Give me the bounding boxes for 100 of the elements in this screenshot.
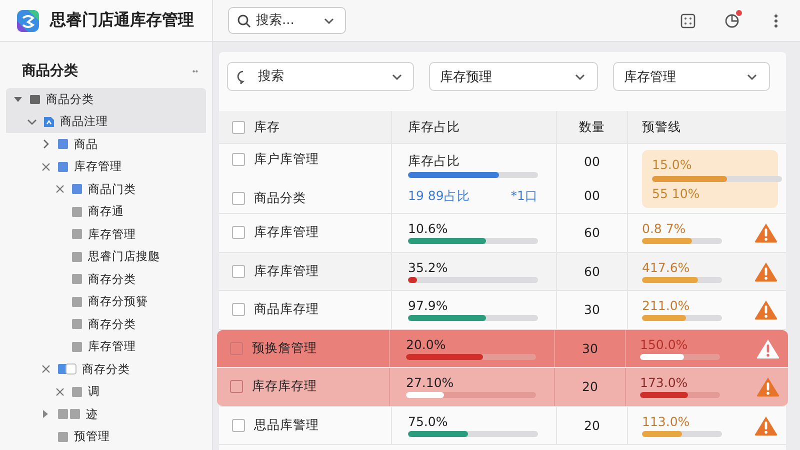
table-row[interactable]: 库存库管理 35.2% 60 417.6%	[219, 252, 786, 291]
share-value: 27.10%	[406, 375, 455, 390]
tree-item[interactable]: 商品分类	[6, 88, 206, 110]
share-value: 75.0%	[408, 414, 449, 429]
share-note: 19 89占比	[408, 188, 470, 204]
tree-item[interactable]: 商品门类	[6, 178, 206, 200]
quantity: 30	[582, 340, 598, 356]
card-icon	[57, 363, 77, 376]
column-header: 库存	[254, 118, 280, 136]
tree-item-label: 商存分类	[88, 316, 136, 332]
tree-item[interactable]: 库存管理	[6, 223, 206, 246]
tree-item-label: 商存分类	[88, 272, 136, 287]
close-icon	[40, 160, 52, 173]
table-row[interactable]: 库存库存理 27.10% 20 173.0%	[217, 368, 788, 406]
tree-item[interactable]: 思睿门店搜瓟	[6, 246, 206, 268]
square-icon	[71, 386, 83, 398]
item-name: 库存库管理	[254, 224, 319, 242]
share-value: 35.2%	[408, 260, 449, 275]
folder-icon	[29, 93, 41, 106]
square-icon	[71, 183, 83, 196]
close-icon	[54, 386, 66, 398]
square-icon	[71, 296, 83, 308]
checkbox[interactable]	[232, 120, 245, 134]
tree-item-label: 思睿门店搜瓟	[88, 249, 160, 264]
warning-value: 0.8 7%	[642, 221, 686, 236]
tree-item[interactable]: 商存通	[6, 200, 206, 223]
tree-item[interactable]: 预管理	[6, 426, 206, 448]
tree-item-label: 迹	[86, 406, 98, 422]
tree-item[interactable]: 调	[6, 380, 206, 403]
checkbox[interactable]	[232, 303, 245, 316]
filter-dropdown[interactable]: 库存管理	[613, 62, 770, 91]
app-title: 思睿门店通库存管理	[50, 10, 194, 31]
square-icon	[71, 340, 83, 353]
share-label: 库存占比	[408, 152, 461, 170]
tree-item-label: 商品门类	[88, 182, 136, 197]
share-value: 10.6%	[408, 221, 449, 236]
search-field[interactable]: 搜索	[227, 62, 414, 91]
share-value: 20.0%	[406, 336, 447, 352]
search-icon	[237, 14, 251, 28]
pie-chart-icon	[724, 12, 740, 28]
tree-item-label: 调	[88, 384, 100, 400]
tree-item[interactable]: 商品	[6, 133, 206, 156]
tree-item-label: 商品分类	[46, 92, 94, 107]
grid-icon	[680, 12, 696, 28]
table-row[interactable]: 预换詹管理 20.0% 30 150.0%	[217, 330, 788, 368]
checkbox[interactable]	[230, 380, 243, 394]
tree-item[interactable]: 库存管理	[6, 336, 206, 358]
squares-icon	[57, 408, 81, 420]
tree-item[interactable]: 商品注理	[6, 110, 206, 133]
item-name: 库存库存理	[252, 378, 317, 396]
item-name: 商品库存理	[254, 301, 319, 318]
checkbox[interactable]	[232, 418, 245, 432]
warning-value: 211.0%	[642, 298, 690, 314]
item-name: 库存库管理	[254, 262, 319, 280]
item-name: 商品分类	[254, 190, 306, 206]
square-icon	[57, 138, 69, 150]
tree-item[interactable]: 商存分类	[6, 313, 206, 336]
column-header: 数量	[579, 118, 605, 136]
square-icon	[71, 228, 83, 240]
tree-item-label: 商存分预籫	[88, 294, 148, 310]
warning-value: 417.6%	[642, 260, 690, 275]
tree-item-label: 商品注理	[60, 114, 108, 130]
quantity: 20	[584, 418, 600, 433]
filter-dropdown[interactable]: 库存预理	[429, 62, 598, 91]
square-icon	[71, 250, 83, 263]
tree-item[interactable]: 商存分预籫	[6, 290, 206, 313]
square-icon	[71, 273, 83, 286]
tree-item[interactable]: 迹	[6, 403, 206, 426]
close-icon	[54, 183, 66, 196]
tree-item-label: 库存管理	[88, 226, 136, 242]
square-icon	[57, 430, 69, 443]
tree-item-label: 商存分类	[82, 362, 130, 377]
tree-item[interactable]: 库存管理	[6, 156, 206, 178]
checkbox[interactable]	[230, 342, 243, 355]
quantity: 60	[584, 264, 600, 279]
table-row[interactable]: 思品库警理 75.0% 20 113.0%	[219, 406, 786, 445]
tree-item[interactable]: 商存分类	[6, 358, 206, 380]
square-icon	[57, 160, 69, 173]
item-name: 思品库警理	[254, 416, 319, 434]
quantity: 00	[584, 154, 600, 169]
item-name: 预换詹管理	[252, 340, 317, 357]
quantity: 60	[584, 225, 600, 240]
item-name: 库户库管理	[254, 150, 319, 168]
tree-item-label: 库存管理	[88, 339, 136, 354]
checkbox[interactable]	[232, 152, 245, 166]
app-logo-icon	[16, 8, 40, 32]
warning-value: 55 10%	[652, 186, 701, 200]
tree-item-label: 库存管理	[74, 159, 122, 174]
tree-item[interactable]: 商存分类	[6, 268, 206, 290]
warning-value: 113.0%	[642, 414, 690, 429]
tree-item-label: 商存通	[88, 204, 124, 220]
square-icon	[71, 318, 83, 330]
warning-value: 15.0%	[652, 156, 693, 172]
tree-item-label: 商品	[74, 136, 98, 152]
checkbox[interactable]	[232, 192, 245, 204]
checkbox[interactable]	[232, 264, 245, 278]
checkbox[interactable]	[232, 226, 245, 240]
quantity: 00	[584, 188, 600, 204]
quantity: 30	[584, 302, 600, 318]
search-field[interactable]: 搜索...	[228, 7, 346, 34]
